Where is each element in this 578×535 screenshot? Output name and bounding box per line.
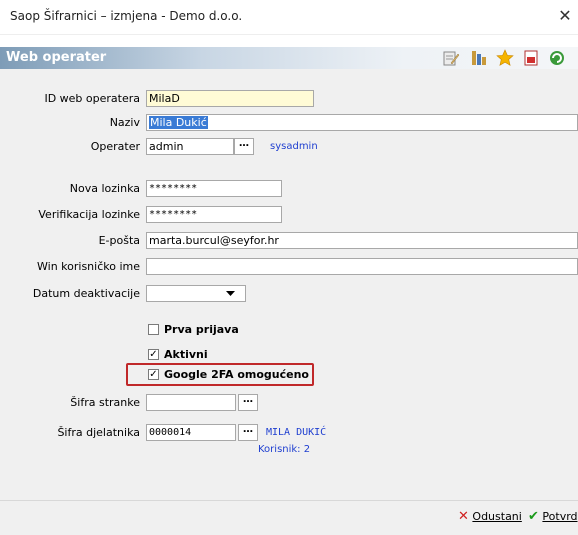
chevron-down-icon[interactable] — [226, 291, 235, 297]
verify-password-label: Verifikacija lozinke — [38, 208, 140, 221]
win-username-label: Win korisničko ime — [37, 260, 140, 273]
deactivation-date-label: Datum deaktivacije — [32, 287, 140, 300]
djelatnik-name: MILA DUKIĆ — [266, 427, 327, 438]
dialog-window: Saop Šifrarnici – izmjena - Demo d.o.o. … — [0, 0, 578, 535]
operater-input[interactable]: admin — [146, 138, 234, 155]
new-password-input[interactable]: ******** — [146, 180, 282, 197]
pdf-export-icon[interactable] — [522, 49, 540, 67]
aktivni-checkbox[interactable]: ✓ — [148, 349, 159, 360]
sifra-stranke-input[interactable] — [146, 394, 236, 411]
aktivni-label: Aktivni — [164, 348, 208, 361]
sifra-djelatnika-lookup-button[interactable]: … — [238, 424, 258, 441]
operater-lookup-button[interactable]: … — [234, 138, 254, 155]
naziv-label: Naziv — [109, 116, 140, 129]
new-password-label: Nova lozinka — [69, 182, 140, 195]
checkmark-icon: ✔ — [528, 509, 539, 524]
id-operator-label: ID web operatera — [44, 92, 140, 105]
naziv-input[interactable]: Mila Dukić — [146, 114, 578, 131]
prva-prijava-checkbox[interactable] — [148, 324, 159, 335]
confirm-button[interactable]: ✔ Potvrd — [528, 509, 578, 524]
refresh-icon[interactable] — [548, 49, 566, 67]
email-input[interactable]: marta.burcul@seyfor.hr — [146, 232, 578, 249]
columns-icon[interactable] — [470, 49, 488, 67]
favorite-star-icon[interactable] — [496, 49, 514, 67]
operater-label: Operater — [90, 140, 140, 153]
sifra-djelatnika-input[interactable]: 0000014 — [146, 424, 236, 441]
prva-prijava-label: Prva prijava — [164, 323, 239, 336]
win-username-input[interactable] — [146, 258, 578, 275]
naziv-selected-text: Mila Dukić — [149, 116, 208, 129]
verify-password-input[interactable]: ******** — [146, 206, 282, 223]
dialog-footer: ✕ Odustani ✔ Potvrd — [0, 500, 578, 535]
sifra-stranke-label: Šifra stranke — [70, 396, 140, 409]
title-bar: Saop Šifrarnici – izmjena - Demo d.o.o. … — [0, 0, 578, 35]
cancel-button[interactable]: ✕ Odustani — [458, 509, 522, 524]
email-label: E-pošta — [98, 234, 140, 247]
section-header: Web operater — [0, 47, 578, 69]
confirm-label: Potvrd — [542, 510, 578, 523]
cancel-x-icon: ✕ — [458, 509, 469, 524]
window-title: Saop Šifrarnici – izmjena - Demo d.o.o. — [10, 9, 243, 23]
sifra-djelatnika-label: Šifra djelatnika — [57, 426, 140, 439]
form-panel: ID web operatera MilaD Naziv Mila Dukić … — [0, 69, 578, 500]
id-operator-input[interactable]: MilaD — [146, 90, 314, 107]
google-2fa-checkbox[interactable]: ✓ — [148, 369, 159, 380]
google-2fa-label: Google 2FA omogućeno — [164, 368, 309, 381]
edit-note-icon[interactable] — [442, 49, 460, 67]
close-icon[interactable]: ✕ — [556, 6, 574, 26]
operater-name: sysadmin — [270, 141, 318, 152]
cancel-label: Odustani — [472, 510, 522, 523]
korisnik-info: Korisnik: 2 — [258, 444, 311, 455]
section-title: Web operater — [6, 50, 107, 65]
sifra-stranke-lookup-button[interactable]: … — [238, 394, 258, 411]
